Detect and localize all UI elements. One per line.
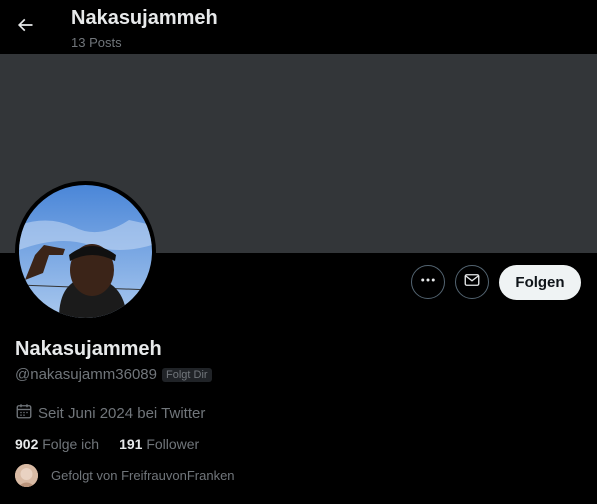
followers-label: Follower xyxy=(146,436,200,452)
envelope-icon xyxy=(463,271,481,294)
followers-link[interactable]: 191 Follower xyxy=(119,436,199,452)
top-bar: Nakasujammeh 13 Posts xyxy=(0,0,597,54)
joined-text: Seit Juni 2024 bei Twitter xyxy=(38,405,206,422)
calendar-icon xyxy=(15,402,33,425)
profile-handle: @nakasujamm36089 xyxy=(15,366,157,383)
more-horizontal-icon xyxy=(419,271,437,294)
back-button[interactable] xyxy=(8,10,42,44)
header-title: Nakasujammeh xyxy=(71,7,218,29)
following-count: 902 xyxy=(15,436,39,452)
arrow-left-icon xyxy=(15,15,35,40)
profile-avatar[interactable] xyxy=(15,181,156,322)
more-button[interactable] xyxy=(411,265,445,299)
profile-display-name: Nakasujammeh xyxy=(15,338,162,360)
handle-row: @nakasujamm36089 Folgt Dir xyxy=(15,366,212,383)
message-button[interactable] xyxy=(455,265,489,299)
followers-count: 191 xyxy=(119,436,143,452)
follow-stats: 902 Folge ich 191 Follower xyxy=(15,436,219,452)
follows-you-badge: Folgt Dir xyxy=(161,367,212,382)
followed-by-text: Gefolgt von FreifrauvonFranken xyxy=(51,468,235,483)
posts-count: 13 Posts xyxy=(71,35,122,50)
joined-date: Seit Juni 2024 bei Twitter xyxy=(15,402,205,425)
follow-button[interactable]: Folgen xyxy=(499,265,581,300)
following-label: Folge ich xyxy=(42,436,100,452)
following-link[interactable]: 902 Folge ich xyxy=(15,436,99,452)
follower-avatar xyxy=(15,464,38,487)
followed-by[interactable]: Gefolgt von FreifrauvonFranken xyxy=(15,464,235,487)
